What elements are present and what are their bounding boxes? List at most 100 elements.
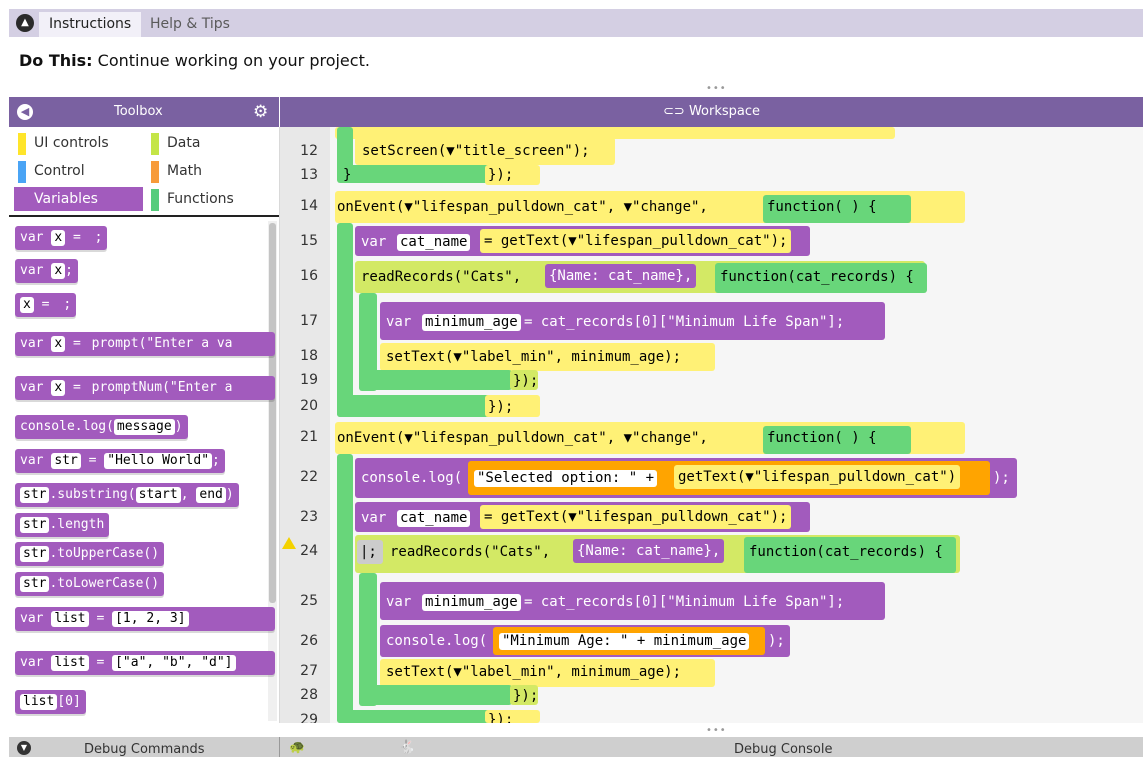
code-line-25-var: var [386, 594, 412, 610]
line-number: 29 [300, 712, 318, 723]
toolbox-scroll-thumb[interactable] [269, 223, 276, 603]
block-console-log[interactable]: console.log(message) [15, 415, 188, 439]
code-line-29: }); [488, 712, 514, 723]
workspace[interactable]: 12 13 14 15 16 17 18 19 20 21 22 23 24 2… [280, 127, 1143, 723]
callback-close-bar [362, 685, 512, 705]
code-line-13-brace: } [343, 167, 352, 183]
line-number: 26 [300, 633, 318, 649]
category-ui-controls[interactable]: UI controls [14, 131, 144, 155]
toolbox-scrollbar[interactable] [268, 221, 277, 721]
line-number: 23 [300, 509, 318, 525]
block-str-length[interactable]: str .length [15, 513, 110, 537]
line-number: 20 [300, 398, 318, 414]
code-line-24-function: function(cat_records) { [749, 544, 943, 560]
rabbit-icon[interactable]: 🐇 [399, 740, 415, 755]
tab-help-tips[interactable]: Help & Tips [140, 12, 240, 37]
code-line-15-var: var [361, 234, 387, 250]
category-control[interactable]: Control [14, 159, 144, 183]
code-line-22-close: ); [993, 470, 1010, 486]
code-line-26-concat: "Minimum Age: " + minimum_age [499, 631, 750, 651]
block-list-index[interactable]: list [0] [15, 690, 86, 714]
tab-instructions[interactable]: Instructions [39, 12, 142, 37]
code-line-24-read: readRecords("Cats", [390, 544, 551, 560]
resize-grip-icon[interactable]: ••• [706, 725, 727, 736]
code-line-28: }); [513, 688, 539, 704]
line-gutter: 12 13 14 15 16 17 18 19 20 21 22 23 24 2… [280, 127, 330, 723]
debug-bar: ▼ Debug Commands 🐢 🐇 Debug Console [9, 737, 1143, 757]
code-line-21: onEvent(▼"lifespan_pulldown_cat", ▼"chan… [337, 430, 708, 446]
code-line-25-name: minimum_age [422, 592, 521, 612]
line-number: 19 [300, 372, 318, 388]
block-var-x[interactable]: var x; [15, 259, 78, 283]
function-rail [337, 223, 353, 417]
expand-debug-icon[interactable]: ▼ [17, 741, 31, 755]
control-swatch [18, 161, 26, 183]
code-line-23-var: var [361, 510, 387, 526]
math-swatch [151, 161, 159, 183]
toolbox-header: ◀ Toolbox ⚙ [9, 97, 279, 127]
debug-commands-label[interactable]: Debug Commands [84, 742, 204, 757]
do-this-text: Continue working on your project. [97, 51, 370, 70]
line-number: 12 [300, 143, 318, 159]
debug-divider [279, 737, 280, 757]
line-number: 13 [300, 167, 318, 183]
line-number: 16 [300, 268, 318, 284]
debug-console-label[interactable]: Debug Console [734, 742, 833, 757]
block-var-list-strings[interactable]: var list = ["a", "b", "d"] [15, 651, 275, 675]
link-icon: ⊂⊃ [663, 104, 685, 119]
line-number: 17 [300, 313, 318, 329]
functions-swatch [151, 189, 159, 211]
category-math[interactable]: Math [147, 159, 277, 183]
block-str-tolowercase[interactable]: str .toLowerCase() [15, 572, 165, 596]
collapse-instructions-icon[interactable]: ▲ [16, 14, 34, 32]
gear-icon[interactable]: ⚙ [253, 97, 268, 127]
instructions-tab-bar: ▲ Instructions Help & Tips [9, 9, 1143, 37]
resize-grip-icon[interactable]: ••• [706, 83, 727, 94]
code-line-17-name: minimum_age [422, 312, 521, 332]
block-str-substring[interactable]: str .substring(start, end) [15, 483, 239, 507]
code-line-22-string: "Selected option: " + [474, 468, 658, 488]
category-data[interactable]: Data [147, 131, 277, 155]
turtle-icon[interactable]: 🐢 [289, 740, 305, 755]
block-var-prompt[interactable]: var x = prompt("Enter a va [15, 332, 275, 356]
code-line-24-object: {Name: cat_name}, [573, 539, 725, 563]
code-line-26-log: console.log( [386, 633, 488, 649]
category-variables[interactable]: Variables [14, 187, 143, 211]
variables-swatch [18, 189, 26, 211]
code-line-14-function: function( ) { [767, 199, 877, 215]
workspace-title: Workspace [688, 104, 760, 119]
collapse-toolbox-icon[interactable]: ◀ [17, 104, 33, 120]
line-number: 28 [300, 687, 318, 703]
block-x-assign[interactable]: x = ; [15, 293, 77, 317]
block-var-x-assign[interactable]: var x = ; [15, 226, 108, 250]
line-number: 14 [300, 198, 318, 214]
block-var-list-numbers[interactable]: var list = [1, 2, 3] [15, 607, 275, 631]
line-number: 27 [300, 663, 318, 679]
line-number: 25 [300, 593, 318, 609]
line-number: 15 [300, 233, 318, 249]
callback-close-bar [362, 370, 512, 390]
category-functions[interactable]: Functions [147, 187, 277, 211]
code-line-22-gettext: getText(▼"lifespan_pulldown_cat") [674, 465, 961, 489]
block-var-promptnum[interactable]: var x = promptNum("Enter a [15, 376, 275, 400]
code-line-24-empty: |; [360, 544, 377, 560]
code-line-22-log: console.log( [361, 470, 463, 486]
code-line-16-read: readRecords("Cats", [361, 269, 522, 285]
code-line-17-var: var [386, 314, 412, 330]
code-line-16-object: {Name: cat_name}, [545, 264, 697, 288]
warning-icon[interactable] [282, 537, 296, 549]
block-str-touppercase[interactable]: str .toUpperCase() [15, 542, 165, 566]
block-var-str[interactable]: var str = "Hello World"; [15, 449, 225, 473]
code-line-17-value: = cat_records[0]["Minimum Life Span"]; [524, 314, 845, 330]
code-line-27: setText(▼"label_min", minimum_age); [386, 664, 682, 680]
code-line-14: onEvent(▼"lifespan_pulldown_cat", ▼"chan… [337, 199, 708, 215]
workspace-header: ⊂⊃ Workspace [280, 97, 1143, 127]
code-line-18: setText(▼"label_min", minimum_age); [386, 349, 682, 365]
code-line-26-close: ); [768, 633, 785, 649]
line-number: 24 [300, 543, 318, 559]
code-line-19: }); [513, 373, 539, 389]
instructions-panel: Do This: Continue working on your projec… [9, 37, 1143, 82]
line-number: 18 [300, 348, 318, 364]
toolbox: UI controls Data Control Math Variables … [9, 127, 280, 723]
data-swatch [151, 133, 159, 155]
